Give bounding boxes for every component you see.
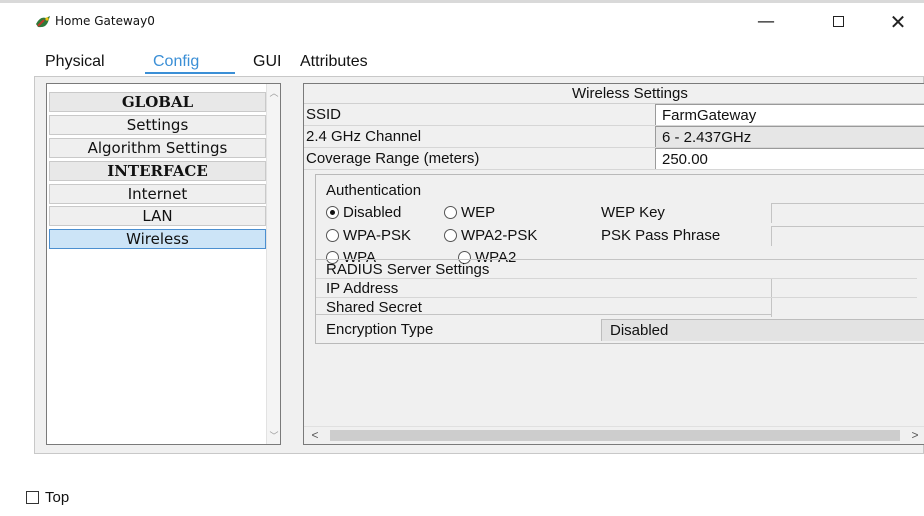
ssid-input[interactable]: FarmGateway	[655, 104, 924, 125]
sidebar-item-settings[interactable]: Settings	[49, 115, 266, 135]
tab-physical[interactable]: Physical	[37, 47, 145, 77]
radio-icon	[444, 229, 457, 242]
sidebar-item-internet[interactable]: Internet	[49, 184, 266, 204]
scroll-up-icon[interactable]: ︿	[267, 86, 281, 99]
radio-wpa-psk[interactable]: WPA-PSK	[326, 227, 411, 244]
window-title: Home Gateway0	[55, 14, 155, 28]
scroll-down-icon[interactable]: ﹀	[267, 429, 281, 442]
ssid-label: SSID	[306, 106, 342, 123]
checkbox-icon	[26, 491, 39, 504]
radio-selected-icon	[326, 206, 339, 219]
wep-key-label: WEP Key	[601, 204, 665, 221]
ip-address-input[interactable]	[771, 279, 924, 298]
sidebar-scrollbar[interactable]: ︿ ﹀	[266, 84, 280, 444]
scrollbar-thumb[interactable]	[330, 430, 900, 441]
encryption-type-label: Encryption Type	[326, 321, 434, 338]
sidebar-item-wireless[interactable]: Wireless	[49, 229, 266, 249]
authentication-title: Authentication	[326, 182, 422, 199]
tab-config[interactable]: Config	[145, 47, 235, 77]
coverage-label: Coverage Range (meters)	[306, 150, 480, 167]
encryption-row: Encryption Type Disabled	[326, 319, 924, 341]
sidebar-header-global: GLOBAL	[49, 92, 266, 112]
sidebar-item-lan[interactable]: LAN	[49, 206, 266, 226]
radio-icon	[444, 206, 457, 219]
active-tab-underline	[145, 72, 235, 74]
radio-wep[interactable]: WEP	[444, 204, 495, 221]
radio-icon	[326, 229, 339, 242]
title-bar: Home Gateway0 — ✕	[0, 0, 924, 40]
coverage-row: Coverage Range (meters) 250.00	[304, 148, 924, 170]
radio-disabled[interactable]: Disabled	[326, 204, 401, 221]
maximize-icon	[832, 16, 844, 27]
sidebar-item-algorithm-settings[interactable]: Algorithm Settings	[49, 138, 266, 158]
ip-address-label: IP Address	[326, 280, 399, 297]
wireless-settings-panel: Wireless Settings SSID FarmGateway 2.4 G…	[303, 83, 924, 445]
panel-title: Wireless Settings	[572, 85, 688, 102]
tab-physical-label: Physical	[45, 53, 105, 70]
radio-wep-label: WEP	[461, 204, 496, 221]
scroll-right-icon[interactable]: >	[908, 428, 922, 442]
config-sidebar: GLOBAL Settings Algorithm Settings INTER…	[46, 83, 281, 445]
top-checkbox[interactable]: Top	[26, 490, 69, 506]
tab-attributes-label: Attributes	[300, 53, 368, 70]
ssid-row: SSID FarmGateway	[304, 104, 924, 126]
channel-row: 2.4 GHz Channel 6 - 2.437GHz	[304, 126, 924, 148]
channel-label: 2.4 GHz Channel	[306, 128, 422, 145]
tab-attributes[interactable]: Attributes	[292, 47, 427, 77]
close-button[interactable]: ✕	[878, 9, 918, 35]
psk-pass-phrase-label: PSK Pass Phrase	[601, 227, 721, 244]
wep-key-input[interactable]	[771, 203, 924, 223]
shared-secret-label: Shared Secret	[326, 299, 422, 316]
authentication-group: Authentication Disabled WEP WEP Key WPA-…	[315, 174, 924, 344]
sidebar-header-interface: INTERFACE	[49, 161, 266, 181]
channel-select[interactable]: 6 - 2.437GHz	[655, 126, 924, 147]
minimize-button[interactable]: —	[746, 9, 786, 35]
wireless-settings-header: Wireless Settings	[304, 84, 924, 104]
psk-pass-phrase-input[interactable]	[771, 226, 924, 246]
horizontal-scrollbar[interactable]: < >	[304, 426, 924, 444]
radius-secret-row: Shared Secret	[316, 297, 924, 317]
radio-wpa-psk-label: WPA-PSK	[343, 227, 412, 244]
maximize-button[interactable]	[818, 9, 858, 35]
scroll-left-icon[interactable]: <	[308, 428, 322, 442]
tab-gui[interactable]: GUI	[245, 47, 287, 77]
radio-disabled-label: Disabled	[343, 204, 402, 221]
coverage-input[interactable]: 250.00	[655, 148, 924, 169]
config-content: GLOBAL Settings Algorithm Settings INTER…	[34, 76, 924, 454]
top-checkbox-label: Top	[45, 489, 70, 506]
radius-server-group: RADIUS Server Settings IP Address Shared…	[316, 259, 924, 317]
radius-title: RADIUS Server Settings	[326, 261, 490, 278]
tab-config-label: Config	[153, 53, 200, 70]
radius-ip-row: IP Address	[316, 278, 924, 298]
radio-wpa2-psk[interactable]: WPA2-PSK	[444, 227, 537, 244]
encryption-type-select[interactable]: Disabled	[601, 319, 924, 341]
radio-wpa2-psk-label: WPA2-PSK	[461, 227, 538, 244]
router-icon	[34, 14, 52, 30]
tab-gui-label: GUI	[253, 53, 282, 70]
shared-secret-input[interactable]	[771, 298, 924, 317]
